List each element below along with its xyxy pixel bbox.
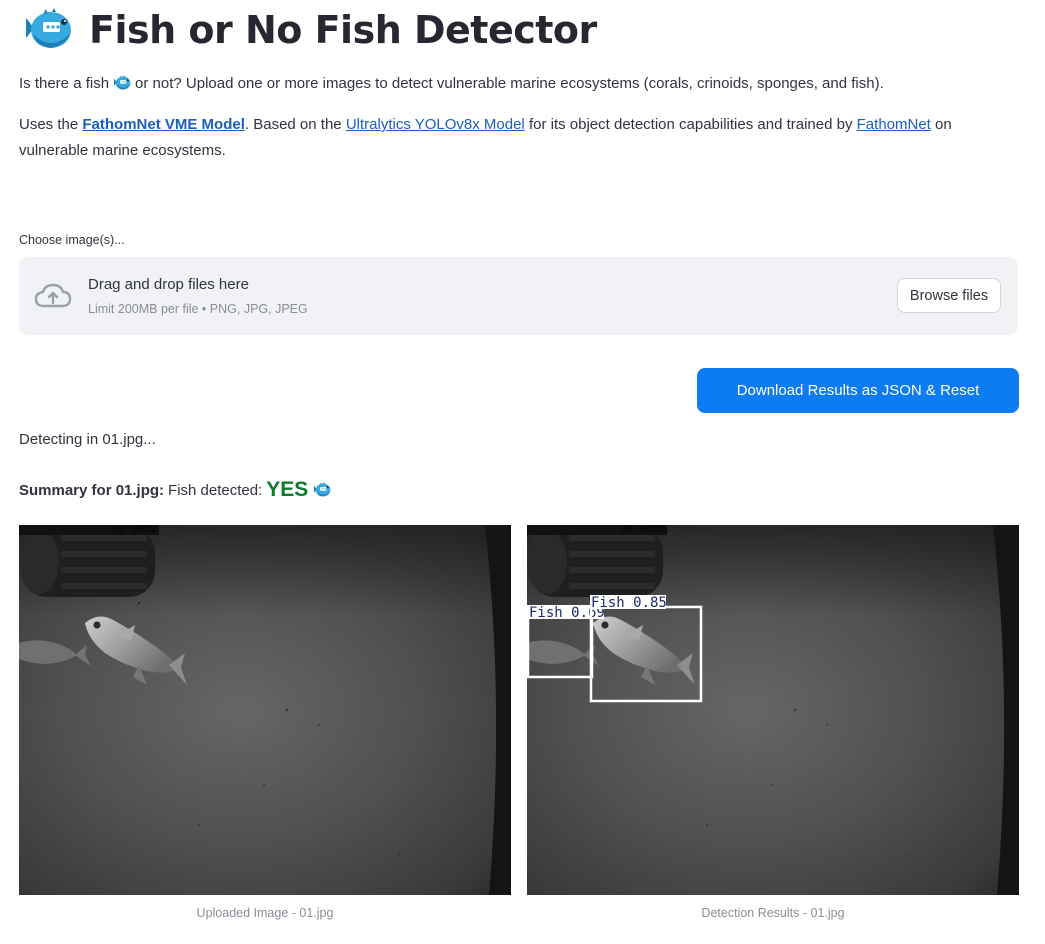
fathomnet-link[interactable]: FathomNet	[857, 116, 931, 133]
ultralytics-yolo-link[interactable]: Ultralytics YOLOv8x Model	[346, 116, 525, 133]
fathomnet-vme-model-link[interactable]: FathomNet VME Model	[82, 116, 245, 133]
detection-image-canvas: Fish 0.69 Fish 0.85	[527, 525, 1019, 895]
intro-text-part1: Is there a fish	[19, 75, 110, 92]
page-header: Fish or No Fish Detector	[23, 6, 597, 54]
credits-text: Uses the FathomNet VME Model. Based on t…	[19, 112, 1019, 164]
credits-based-on: . Based on the	[244, 116, 342, 133]
summary-label: Summary for 01.jpg:	[19, 481, 165, 499]
intro-text: Is there a fish or not? Upload one or mor…	[19, 71, 884, 97]
download-results-button[interactable]: Download Results as JSON & Reset	[697, 368, 1019, 413]
browse-files-button[interactable]: Browse files	[897, 278, 1001, 313]
blowfish-icon	[312, 482, 332, 498]
uploaded-image-canvas	[19, 525, 511, 895]
uploaded-image	[19, 525, 511, 895]
cloud-upload-icon	[34, 283, 72, 308]
summary-line: Summary for 01.jpg: Fish detected: YES	[19, 478, 332, 502]
uploaded-image-caption: Uploaded Image - 01.jpg	[196, 906, 334, 920]
summary-result: YES	[266, 478, 309, 501]
detection-image-caption: Detection Results - 01.jpg	[701, 906, 845, 920]
intro-text-part2: or not? Upload one or more images to det…	[135, 75, 884, 92]
detection-label-2: Fish 0.85	[591, 595, 667, 611]
dropzone-limit: Limit 200MB per file • PNG, JPG, JPEG	[88, 302, 308, 316]
dropzone-title: Drag and drop files here	[88, 276, 249, 293]
page-title: Fish or No Fish Detector	[89, 8, 597, 52]
uploader-label: Choose image(s)...	[19, 233, 125, 247]
file-dropzone[interactable]: Drag and drop files here Limit 200MB per…	[19, 257, 1018, 335]
blowfish-icon	[23, 8, 73, 52]
credits-uses: Uses the	[19, 116, 79, 133]
summary-text: Fish detected:	[168, 481, 263, 499]
credits-trained-by: for its object detection capabilities an…	[528, 116, 853, 133]
detecting-status: Detecting in 01.jpg...	[19, 431, 156, 448]
detection-result-image: Fish 0.69 Fish 0.85	[527, 525, 1019, 895]
blowfish-icon	[112, 75, 132, 91]
